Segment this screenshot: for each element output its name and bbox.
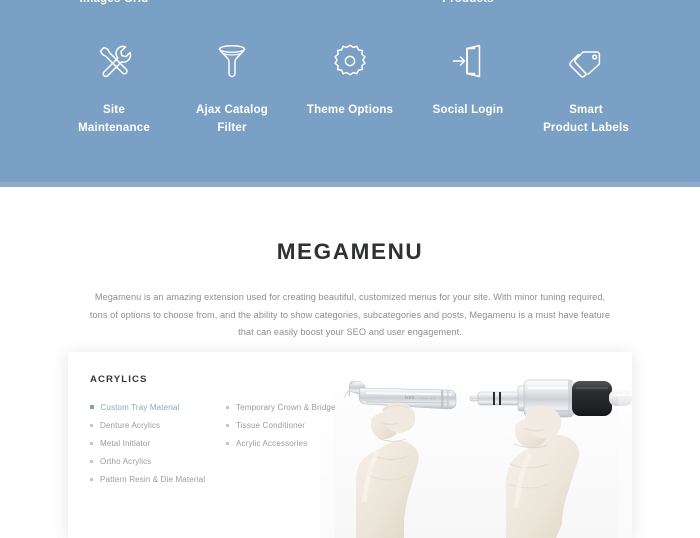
funnel-filter-icon xyxy=(208,38,256,84)
megamenu-column-2: Temporary Crown & Bridge Tissue Conditio… xyxy=(226,398,350,488)
menu-item-label: Temporary Crown & Bridge xyxy=(236,402,336,412)
feature-label-site-maintenance: Site Maintenance xyxy=(78,104,150,134)
bullet-icon xyxy=(226,423,229,427)
menu-item-tissue-conditioner[interactable]: Tissue Conditioner xyxy=(226,416,350,434)
menu-item-metal-initiator[interactable]: Metal Initiator xyxy=(90,434,226,452)
feature-row: Site Maintenance Ajax Catalog Filter The… xyxy=(0,38,700,138)
feature-item-ajax-catalog-filter[interactable]: Ajax Catalog Filter xyxy=(173,38,291,138)
menu-item-custom-tray-material[interactable]: Custom Tray Material xyxy=(90,398,226,416)
tools-hammer-wrench-icon xyxy=(90,38,138,84)
menu-item-label: Custom Tray Material xyxy=(100,402,180,412)
bullet-icon xyxy=(90,477,93,481)
feature-band: Images Grid Products Site Maintenance xyxy=(0,0,700,187)
clipped-label-images-grid: Images Grid xyxy=(55,0,173,5)
clipped-previous-row: Images Grid Products xyxy=(0,0,700,5)
menu-item-label: Ortho Acrylics xyxy=(100,456,152,466)
clipped-spacer-2 xyxy=(291,0,409,5)
feature-item-theme-options[interactable]: Theme Options xyxy=(291,38,409,120)
menu-item-label: Tissue Conditioner xyxy=(236,420,306,430)
menu-item-ortho-acrylics[interactable]: Ortho Acrylics xyxy=(90,452,226,470)
menu-item-label: Acrylic Accessories xyxy=(236,438,308,448)
svg-text:NSK: NSK xyxy=(405,395,415,400)
bullet-icon xyxy=(90,423,93,427)
dental-handpieces-in-gloved-hands-photo: NSK S-Max M25 xyxy=(320,352,632,538)
megamenu-section: MEGAMENU Megamenu is an amazing extensio… xyxy=(0,187,700,538)
megamenu-dropdown-panel: NSK S-Max M25 ACRYLICS Custom Tray Mater… xyxy=(68,352,632,538)
menu-item-acrylic-accessories[interactable]: Acrylic Accessories xyxy=(226,434,350,452)
clipped-label-products: Products xyxy=(409,0,527,5)
megamenu-link-columns: Custom Tray Material Denture Acrylics Me… xyxy=(90,398,350,488)
menu-item-denture-acrylics[interactable]: Denture Acrylics xyxy=(90,416,226,434)
bullet-icon xyxy=(90,441,93,445)
feature-label-social-login: Social Login xyxy=(432,104,504,116)
page-title: MEGAMENU xyxy=(276,239,424,264)
menu-item-label: Denture Acrylics xyxy=(100,420,161,430)
clipped-spacer-1 xyxy=(173,0,291,5)
feature-item-smart-product-labels[interactable]: Smart Product Labels xyxy=(527,38,645,138)
svg-text:S-Max M25: S-Max M25 xyxy=(420,397,436,401)
feature-item-social-login[interactable]: Social Login xyxy=(409,38,527,120)
bullet-icon xyxy=(90,459,93,463)
bullet-icon xyxy=(226,441,229,445)
menu-item-pattern-resin-die-material[interactable]: Pattern Resin & Die Material xyxy=(90,470,226,488)
menu-item-label: Metal Initiator xyxy=(100,438,151,448)
section-description: Megamenu is an amazing extension used fo… xyxy=(89,292,611,338)
bullet-icon xyxy=(226,405,229,409)
bullet-icon xyxy=(90,405,94,409)
door-login-arrow-icon xyxy=(444,38,492,84)
feature-item-site-maintenance[interactable]: Site Maintenance xyxy=(55,38,173,138)
clipped-spacer-3 xyxy=(527,0,645,5)
panel-inner: NSK S-Max M25 ACRYLICS Custom Tray Mater… xyxy=(68,352,632,538)
feature-label-smart-product-labels: Smart Product Labels xyxy=(543,104,629,134)
price-tags-icon xyxy=(562,38,610,84)
menu-item-temporary-crown-bridge[interactable]: Temporary Crown & Bridge xyxy=(226,398,350,416)
feature-label-ajax-catalog-filter: Ajax Catalog Filter xyxy=(195,104,269,134)
menu-item-label: Pattern Resin & Die Material xyxy=(100,474,206,484)
feature-label-theme-options: Theme Options xyxy=(306,104,394,116)
megamenu-category-title: ACRYLICS xyxy=(90,374,148,385)
megamenu-column-1: Custom Tray Material Denture Acrylics Me… xyxy=(90,398,226,488)
gear-settings-icon xyxy=(326,38,374,84)
